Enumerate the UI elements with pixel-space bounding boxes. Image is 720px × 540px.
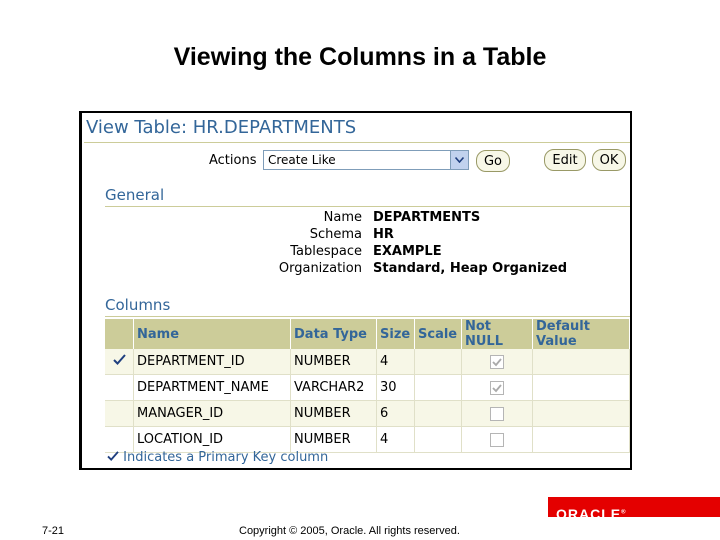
- primary-key-legend: Indicates a Primary Key column: [107, 450, 328, 465]
- actions-selected-value: Create Like: [268, 153, 336, 167]
- slide-title: Viewing the Columns in a Table: [173, 43, 547, 71]
- page-number: 7-21: [42, 525, 65, 537]
- scale-cell: [414, 349, 462, 375]
- general-value: HR: [373, 227, 394, 242]
- not-null-checkbox-unchecked: [490, 432, 504, 447]
- not-null-cell: [461, 426, 533, 453]
- column-name-cell: LOCATION_ID: [133, 426, 291, 453]
- primary-key-check-icon: [107, 451, 119, 461]
- col-header-pk: [105, 319, 134, 349]
- table-row: DEPARTMENT_NAME VARCHAR2 30: [105, 374, 630, 401]
- not-null-checkbox-checked: [490, 380, 504, 395]
- general-section-title: General: [105, 186, 165, 204]
- general-label: Name: [323, 210, 362, 225]
- general-row-schema: Schema HR: [82, 227, 630, 244]
- actions-label: Actions: [209, 153, 257, 168]
- not-null-cell: [461, 400, 533, 427]
- primary-key-check-icon: [112, 354, 126, 365]
- data-type-cell: NUMBER: [290, 349, 377, 375]
- default-value-cell: [532, 426, 630, 453]
- data-type-cell: NUMBER: [290, 400, 377, 427]
- view-table-page: View Table: HR.DEPARTMENTS Actions Creat…: [79, 111, 632, 470]
- table-header-row: Name Data Type Size Scale Not NULL Defau…: [105, 319, 630, 349]
- data-type-cell: NUMBER: [290, 426, 377, 453]
- scale-cell: [414, 374, 462, 401]
- oracle-logo-text: ORACLE: [556, 506, 622, 522]
- primary-key-cell: [105, 400, 134, 427]
- scale-cell: [414, 426, 462, 453]
- data-type-cell: VARCHAR2: [290, 374, 377, 401]
- primary-key-cell: [105, 426, 134, 453]
- columns-table: Name Data Type Size Scale Not NULL Defau…: [105, 319, 630, 453]
- col-header-data-type: Data Type: [290, 319, 377, 349]
- general-value: Standard, Heap Organized: [373, 261, 568, 276]
- legend-text: Indicates a Primary Key column: [123, 450, 329, 465]
- size-cell: 4: [376, 349, 415, 375]
- general-row-tablespace: Tablespace EXAMPLE: [82, 244, 630, 261]
- general-value: DEPARTMENTS: [373, 210, 481, 225]
- col-header-size: Size: [376, 319, 415, 349]
- not-null-checkbox-checked: [490, 354, 504, 369]
- general-row-name: Name DEPARTMENTS: [82, 210, 630, 227]
- table-row: DEPARTMENT_ID NUMBER 4: [105, 349, 630, 375]
- copyright-notice: Copyright © 2005, Oracle. All rights res…: [239, 525, 460, 537]
- columns-section-title: Columns: [105, 296, 171, 314]
- oracle-logo: ORACLE®: [556, 506, 627, 522]
- default-value-cell: [532, 349, 630, 375]
- edit-button[interactable]: Edit: [544, 149, 586, 171]
- default-value-cell: [532, 400, 630, 427]
- size-cell: 30: [376, 374, 415, 401]
- general-label: Tablespace: [290, 244, 362, 259]
- col-header-name: Name: [133, 319, 291, 349]
- column-name-cell: MANAGER_ID: [133, 400, 291, 427]
- chevron-down-icon[interactable]: [450, 151, 468, 169]
- general-label: Schema: [309, 227, 362, 242]
- divider: [84, 142, 630, 143]
- primary-key-cell: [105, 374, 134, 401]
- table-row: LOCATION_ID NUMBER 4: [105, 426, 630, 453]
- scale-cell: [414, 400, 462, 427]
- col-header-default-value: Default Value: [532, 319, 630, 349]
- column-name-cell: DEPARTMENT_ID: [133, 349, 291, 375]
- col-header-not-null: Not NULL: [461, 319, 533, 349]
- ok-button[interactable]: OK: [592, 149, 626, 171]
- checkmark-icon: [492, 383, 502, 392]
- size-cell: 6: [376, 400, 415, 427]
- size-cell: 4: [376, 426, 415, 453]
- table-row: MANAGER_ID NUMBER 6: [105, 400, 630, 427]
- checkmark-icon: [492, 357, 502, 366]
- default-value-cell: [532, 374, 630, 401]
- general-label: Organization: [278, 261, 362, 276]
- footer-bar-spacer: [0, 497, 548, 517]
- divider: [105, 316, 630, 317]
- go-button[interactable]: Go: [476, 150, 510, 172]
- column-name-cell: DEPARTMENT_NAME: [133, 374, 291, 401]
- col-header-scale: Scale: [414, 319, 462, 349]
- actions-select[interactable]: Create Like: [263, 150, 469, 170]
- general-value: EXAMPLE: [373, 244, 442, 259]
- general-row-organization: Organization Standard, Heap Organized: [82, 261, 630, 278]
- page-title: View Table: HR.DEPARTMENTS: [86, 117, 357, 138]
- not-null-cell: [461, 374, 533, 401]
- not-null-cell: [461, 349, 533, 375]
- not-null-checkbox-unchecked: [490, 406, 504, 421]
- primary-key-cell: [105, 349, 134, 375]
- divider: [105, 206, 630, 207]
